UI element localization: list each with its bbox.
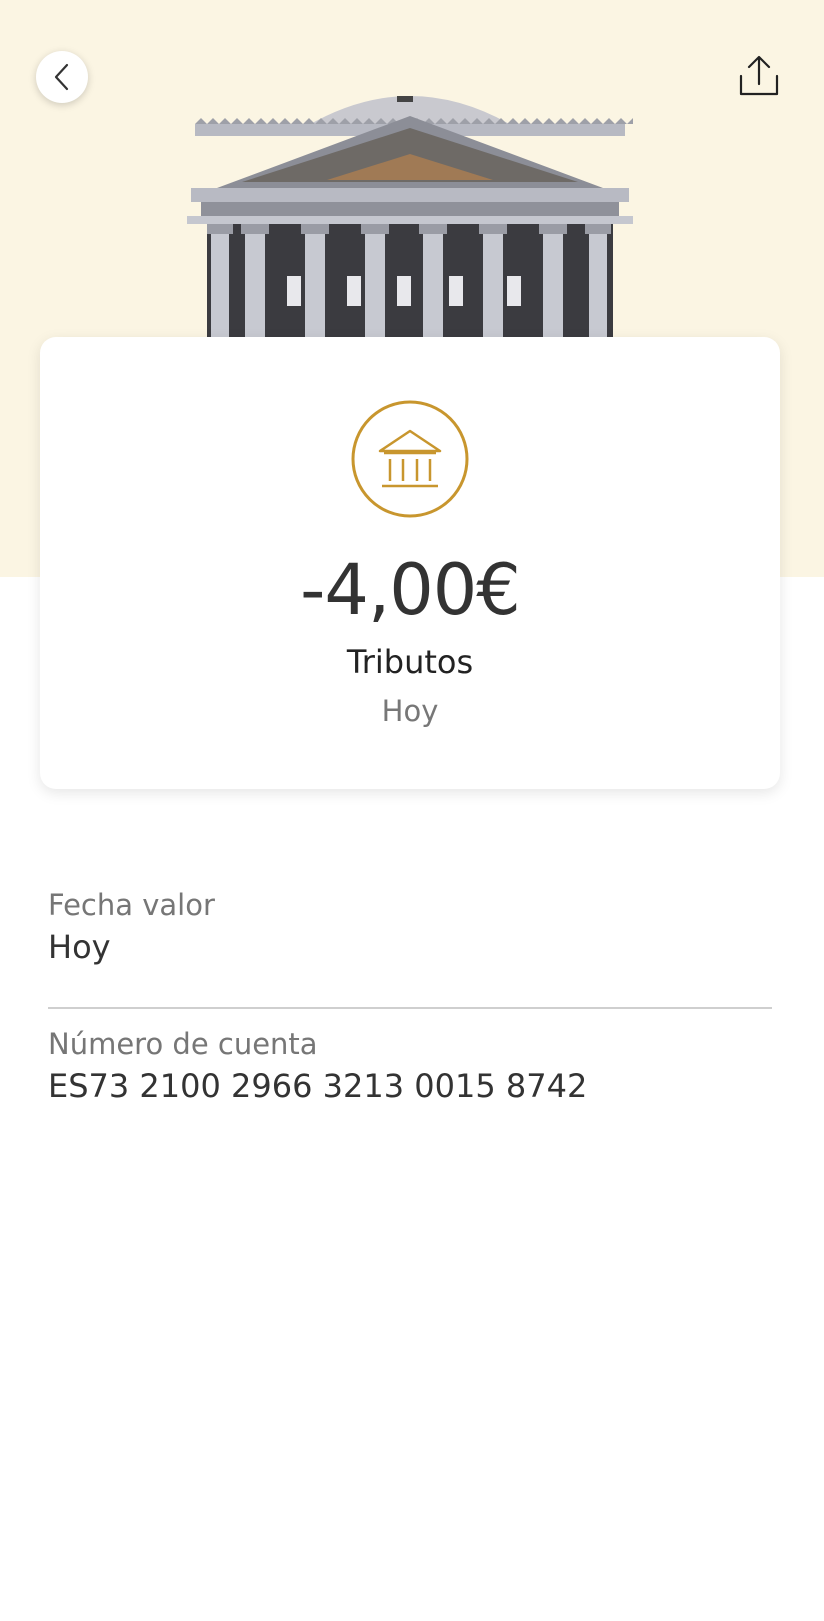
transaction-card: -4,00€ Tributos Hoy	[40, 337, 780, 789]
divider	[48, 1007, 772, 1009]
transaction-amount: -4,00€	[300, 549, 521, 631]
account-number-label: Número de cuenta	[48, 1027, 318, 1061]
account-number-value: ES73 2100 2966 3213 0015 8742	[48, 1067, 588, 1105]
bank-building-image	[187, 96, 633, 338]
bank-icon	[351, 400, 469, 518]
transaction-concept: Tributos	[346, 643, 474, 681]
value-date-value: Hoy	[48, 928, 111, 966]
chevron-left-icon	[54, 63, 69, 91]
share-upload-icon	[739, 55, 779, 96]
back-button[interactable]	[36, 51, 88, 103]
share-button[interactable]	[736, 52, 782, 100]
transaction-date: Hoy	[381, 694, 439, 728]
value-date-label: Fecha valor	[48, 888, 215, 922]
